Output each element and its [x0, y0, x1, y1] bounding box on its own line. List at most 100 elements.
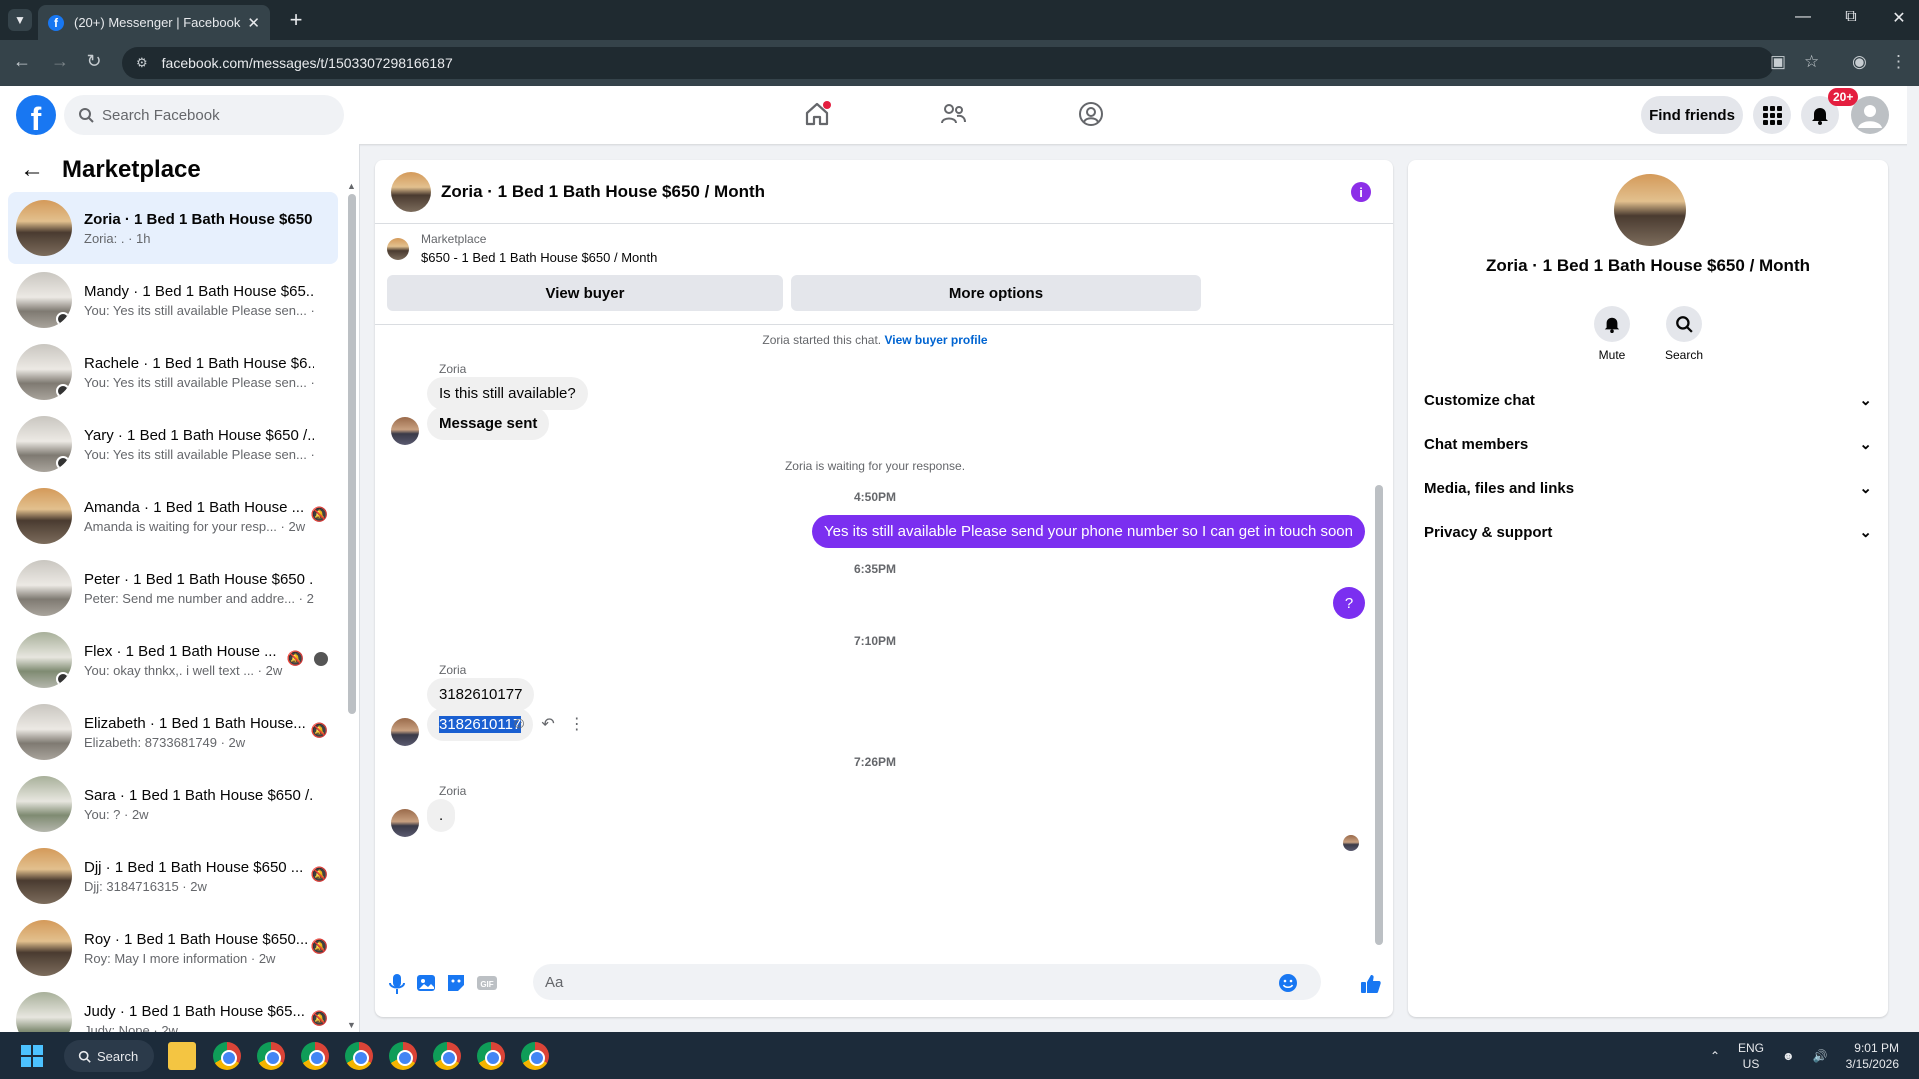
sender-avatar[interactable]	[391, 718, 419, 746]
search-chat-button[interactable]: Search	[1649, 306, 1719, 362]
chrome-profile-icon[interactable]	[433, 1042, 461, 1070]
view-buyer-profile-link[interactable]: View buyer profile	[884, 333, 987, 347]
conversation-item[interactable]: Rachele · 1 Bed 1 Bath House $6... You: Y…	[8, 336, 338, 408]
scroll-down-arrow-icon[interactable]: ▼	[347, 1020, 356, 1030]
profile-circle-icon[interactable]	[1077, 100, 1105, 128]
more-actions-icon[interactable]: ⋮	[569, 714, 585, 734]
url-omnibox[interactable]: ⚙ facebook.com/messages/t/15033072981661…	[122, 47, 1774, 79]
incoming-message[interactable]: Is this still available?	[427, 377, 588, 410]
conversation-item[interactable]: Zoria · 1 Bed 1 Bath House $650 ... Zoria…	[8, 192, 338, 264]
chrome-profile-icon[interactable]	[301, 1042, 329, 1070]
wifi-icon[interactable]: ☻	[1782, 1049, 1795, 1063]
thread-scrollbar[interactable]	[1375, 335, 1383, 945]
sender-avatar[interactable]	[391, 809, 419, 837]
sender-name: Zoria	[439, 784, 467, 798]
info-icon[interactable]: i	[1351, 182, 1371, 202]
close-window-button[interactable]: ✕	[1884, 8, 1914, 28]
browser-tab[interactable]: f (20+) Messenger | Facebook ✕	[38, 5, 270, 40]
photo-icon[interactable]	[415, 972, 437, 994]
reload-button[interactable]: ↻	[82, 51, 106, 72]
microphone-icon[interactable]	[387, 972, 407, 996]
chat-details-avatar	[1614, 174, 1686, 246]
home-icon[interactable]	[803, 100, 831, 128]
conversation-item[interactable]: Mandy · 1 Bed 1 Bath House $65... You: Ye…	[8, 264, 338, 336]
friends-icon[interactable]	[939, 100, 967, 128]
emoji-icon[interactable]	[1277, 972, 1299, 994]
profile-icon[interactable]: ◉	[1852, 52, 1867, 72]
chrome-profile-icon[interactable]	[345, 1042, 373, 1070]
page-scrollbar[interactable]	[1907, 86, 1919, 1032]
facebook-logo-icon[interactable]: f	[16, 95, 56, 135]
scroll-up-arrow-icon[interactable]: ▲	[347, 181, 356, 191]
avatar	[16, 272, 72, 328]
minimize-button[interactable]: —	[1788, 8, 1818, 26]
reply-icon[interactable]: ↶	[541, 714, 554, 734]
restore-button[interactable]: ⧉	[1836, 8, 1866, 26]
more-options-button[interactable]: More options	[791, 275, 1201, 311]
react-emoji-icon[interactable]: ☺	[511, 715, 527, 733]
conversation-item[interactable]: Judy · 1 Bed 1 Bath House $65... Judy: No…	[8, 984, 338, 1032]
account-button[interactable]	[1851, 96, 1889, 134]
sender-avatar[interactable]	[391, 417, 419, 445]
marketplace-listing-banner[interactable]: Marketplace $650 - 1 Bed 1 Bath House $6…	[387, 232, 657, 265]
chrome-icon[interactable]	[213, 1042, 241, 1070]
view-buyer-button[interactable]: View buyer	[387, 275, 783, 311]
chat-members-row[interactable]: Chat members ⌄	[1424, 422, 1872, 466]
media-files-links-row[interactable]: Media, files and links ⌄	[1424, 466, 1872, 510]
message-input[interactable]: Aa	[533, 964, 1321, 1000]
language-indicator[interactable]: ENG US	[1738, 1040, 1764, 1072]
conversation-item[interactable]: Amanda · 1 Bed 1 Bath House ... Amanda is…	[8, 480, 338, 552]
sticker-icon[interactable]	[445, 972, 467, 994]
conversation-item[interactable]: Djj · 1 Bed 1 Bath House $650 ... Djj: 31…	[8, 840, 338, 912]
back-button[interactable]: ←	[10, 51, 34, 72]
sidebar-scrollbar[interactable]	[348, 194, 356, 714]
conversation-item[interactable]: Flex · 1 Bed 1 Bath House ... You: okay t…	[8, 624, 338, 696]
chrome-profile-icon[interactable]	[257, 1042, 285, 1070]
chat-title[interactable]: Zoria · 1 Bed 1 Bath House $650 / Month	[441, 182, 765, 202]
row-label: Chat members	[1424, 435, 1529, 453]
gif-icon[interactable]: GIF	[475, 972, 499, 994]
file-explorer-icon[interactable]	[168, 1042, 196, 1070]
incoming-message[interactable]: 3182610177	[427, 678, 535, 711]
grid-icon	[1763, 106, 1782, 125]
muted-bell-icon: 🔕	[310, 1010, 328, 1026]
mute-button[interactable]: Mute	[1577, 306, 1647, 362]
menu-grid-button[interactable]	[1753, 96, 1791, 134]
browser-menu-icon[interactable]: ⋮	[1890, 52, 1907, 72]
site-info-icon[interactable]: ⚙	[136, 55, 148, 71]
customize-chat-row[interactable]: Customize chat ⌄	[1424, 378, 1872, 422]
clock[interactable]: 9:01 PM 3/15/2026	[1846, 1040, 1899, 1072]
thumbs-up-icon[interactable]	[1359, 972, 1383, 996]
new-tab-button[interactable]: +	[282, 6, 310, 34]
incoming-message[interactable]: Message sent	[427, 407, 550, 440]
chat-avatar[interactable]	[391, 171, 431, 212]
chrome-profile-icon[interactable]	[477, 1042, 505, 1070]
conversation-item[interactable]: Sara · 1 Bed 1 Bath House $650 /... You: …	[8, 768, 338, 840]
avatar	[16, 776, 72, 832]
outgoing-message[interactable]: Yes its still available Please send your…	[812, 515, 1365, 548]
conversation-item[interactable]: Yary · 1 Bed 1 Bath House $650 /... You: …	[8, 408, 338, 480]
windows-start-icon[interactable]	[20, 1044, 44, 1068]
bookmark-star-icon[interactable]: ☆	[1804, 52, 1819, 72]
timestamp: 7:26PM	[853, 755, 897, 769]
forward-button[interactable]: →	[48, 51, 72, 72]
chevron-down-icon: ⌄	[1859, 524, 1872, 541]
chevron-up-icon[interactable]: ⌃	[1710, 1049, 1720, 1063]
chrome-profile-icon[interactable]	[389, 1042, 417, 1070]
back-arrow-icon[interactable]: ←	[20, 156, 44, 184]
conversation-item[interactable]: Elizabeth · 1 Bed 1 Bath House... Elizabe…	[8, 696, 338, 768]
chrome-profile-icon[interactable]	[521, 1042, 549, 1070]
tab-list-button[interactable]: ▼	[8, 9, 32, 31]
outgoing-message[interactable]: ?	[1333, 587, 1365, 619]
conversation-item[interactable]: Roy · 1 Bed 1 Bath House $650... Roy: May…	[8, 912, 338, 984]
avatar	[16, 920, 72, 976]
taskbar-search[interactable]: Search	[64, 1040, 154, 1072]
install-app-icon[interactable]: ▣	[1770, 52, 1786, 72]
find-friends-button[interactable]: Find friends	[1641, 96, 1743, 134]
close-tab-icon[interactable]: ✕	[247, 14, 260, 32]
incoming-message[interactable]: .	[427, 799, 456, 832]
search-facebook-input[interactable]: Search Facebook	[64, 95, 344, 135]
volume-icon[interactable]: 🔊	[1813, 1049, 1828, 1063]
privacy-support-row[interactable]: Privacy & support ⌄	[1424, 510, 1872, 554]
conversation-item[interactable]: Peter · 1 Bed 1 Bath House $650 ... Peter…	[8, 552, 338, 624]
